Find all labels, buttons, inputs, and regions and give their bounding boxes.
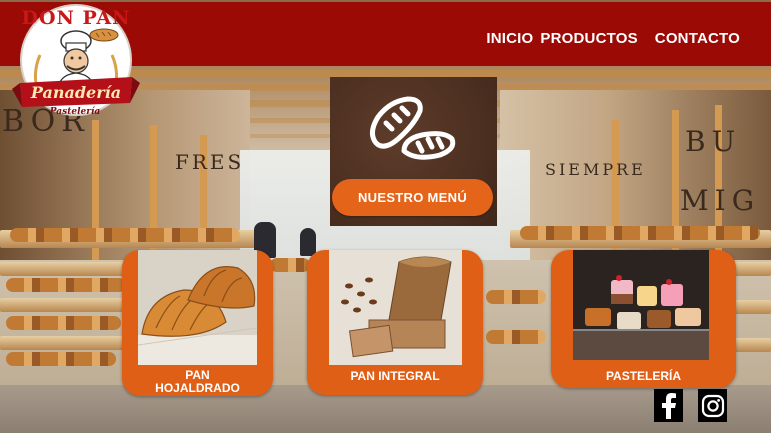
product-card-pasteleria[interactable]: PASTELERÍA — [551, 250, 736, 388]
nav-link-productos[interactable]: PRODUCTOS — [540, 30, 637, 47]
main-nav: INICIO PRODUCTOS CONTACTO — [486, 30, 740, 47]
product-label-line1: PASTELERÍA — [605, 369, 682, 383]
facebook-icon[interactable] — [654, 389, 683, 422]
whole-wheat-loaf-image — [329, 250, 462, 365]
instagram-icon[interactable] — [698, 389, 727, 422]
product-card-pan-integral[interactable]: PAN INTEGRAL — [307, 250, 483, 395]
pastries-image — [573, 250, 709, 360]
don-pan-logo[interactable]: DON PAN Panadería Pastelería — [10, 3, 142, 119]
bread-loaves-icon — [370, 96, 456, 160]
nav-link-inicio[interactable]: INICIO — [486, 30, 533, 47]
product-label-line2: HOJALDRADO — [155, 381, 240, 395]
product-label-line1: PAN INTEGRAL — [350, 369, 440, 383]
nav-link-contacto[interactable]: CONTACTO — [655, 30, 740, 47]
product-card-pan-hojaldrado[interactable]: PAN HOJALDRADO — [122, 250, 273, 396]
logo-brand-name: DON PAN — [21, 7, 131, 29]
logo-tagline: Pastelería — [49, 107, 101, 117]
croissants-image — [138, 250, 257, 365]
nuestro-menu-button[interactable]: NUESTRO MENÚ — [332, 179, 493, 216]
logo-ribbon-text: Panadería — [30, 83, 122, 102]
